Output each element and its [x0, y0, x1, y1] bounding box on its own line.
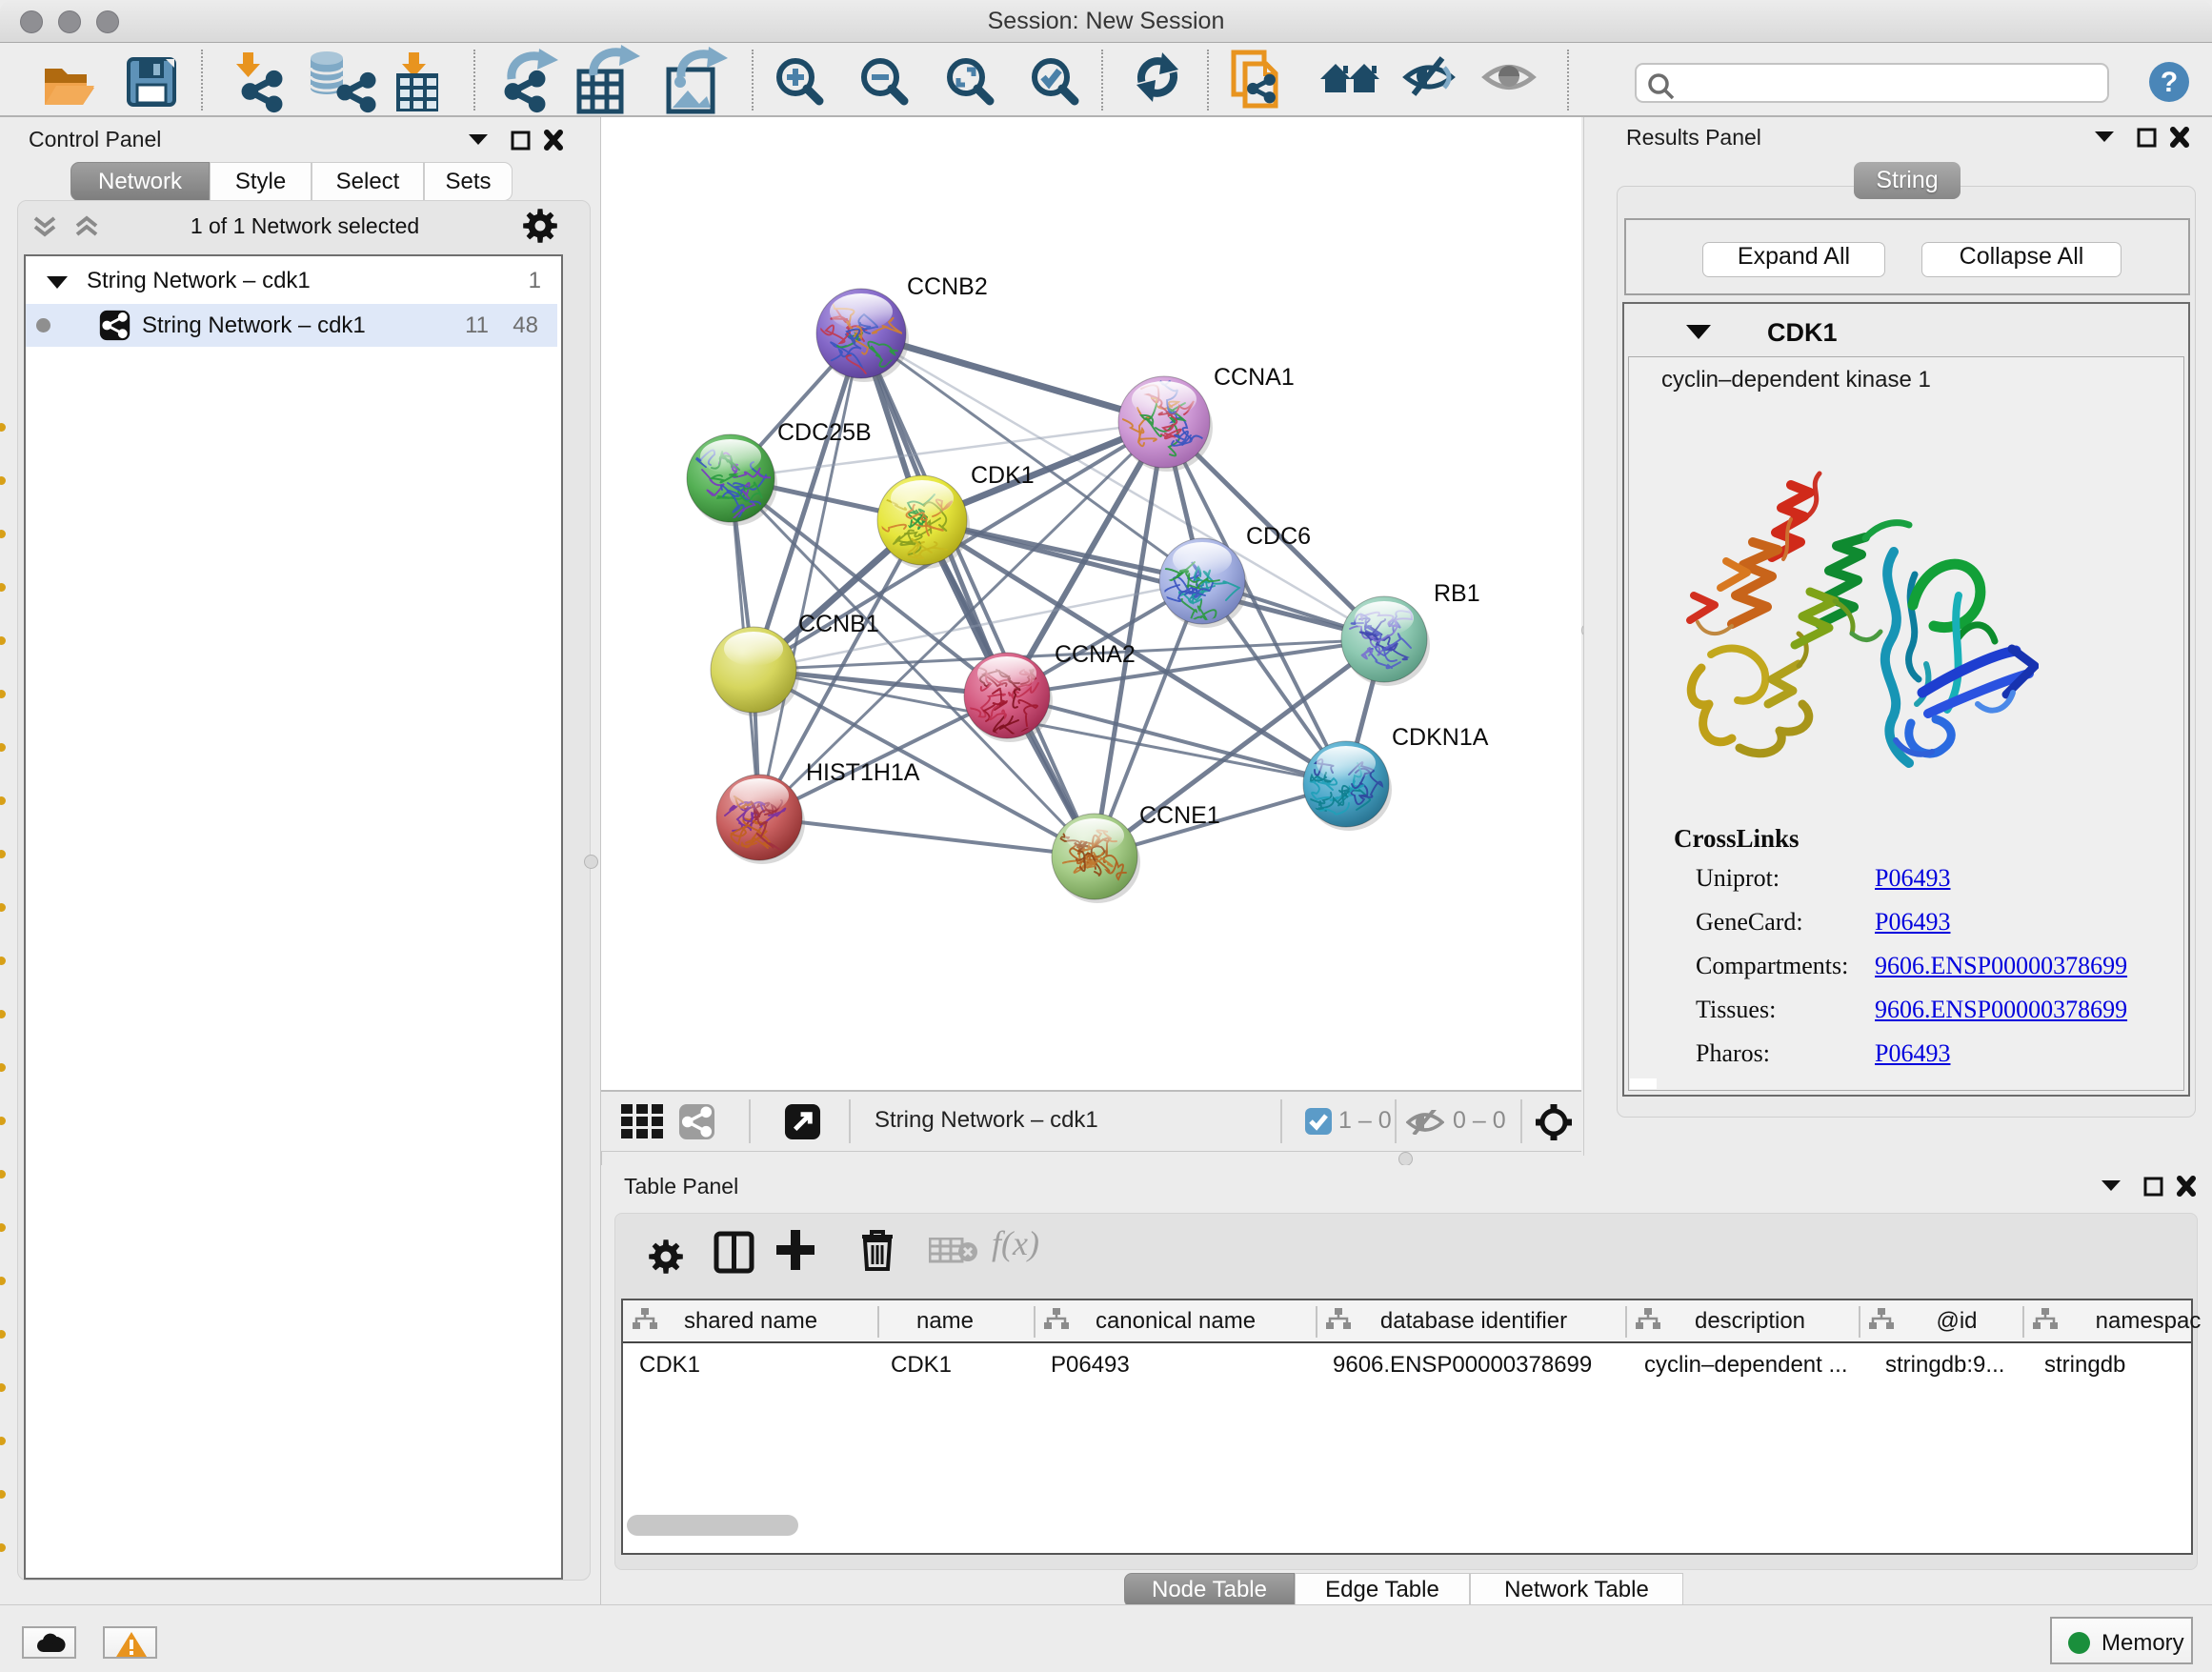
- svg-text:CCNA2: CCNA2: [1055, 641, 1136, 668]
- svg-text:HIST1H1A: HIST1H1A: [806, 759, 920, 786]
- svg-text:CDKN1A: CDKN1A: [1392, 724, 1489, 751]
- svg-text:?: ?: [2161, 67, 2178, 98]
- svg-text:CCNB2: CCNB2: [907, 273, 988, 300]
- svg-text:RB1: RB1: [1434, 580, 1480, 607]
- svg-text:CDC6: CDC6: [1246, 523, 1311, 550]
- svg-text:CCNE1: CCNE1: [1139, 802, 1220, 829]
- svg-text:CDK1: CDK1: [971, 462, 1035, 489]
- svg-text:CCNA1: CCNA1: [1214, 364, 1295, 391]
- svg-text:CCNB1: CCNB1: [798, 611, 879, 637]
- svg-text:CDC25B: CDC25B: [777, 419, 872, 446]
